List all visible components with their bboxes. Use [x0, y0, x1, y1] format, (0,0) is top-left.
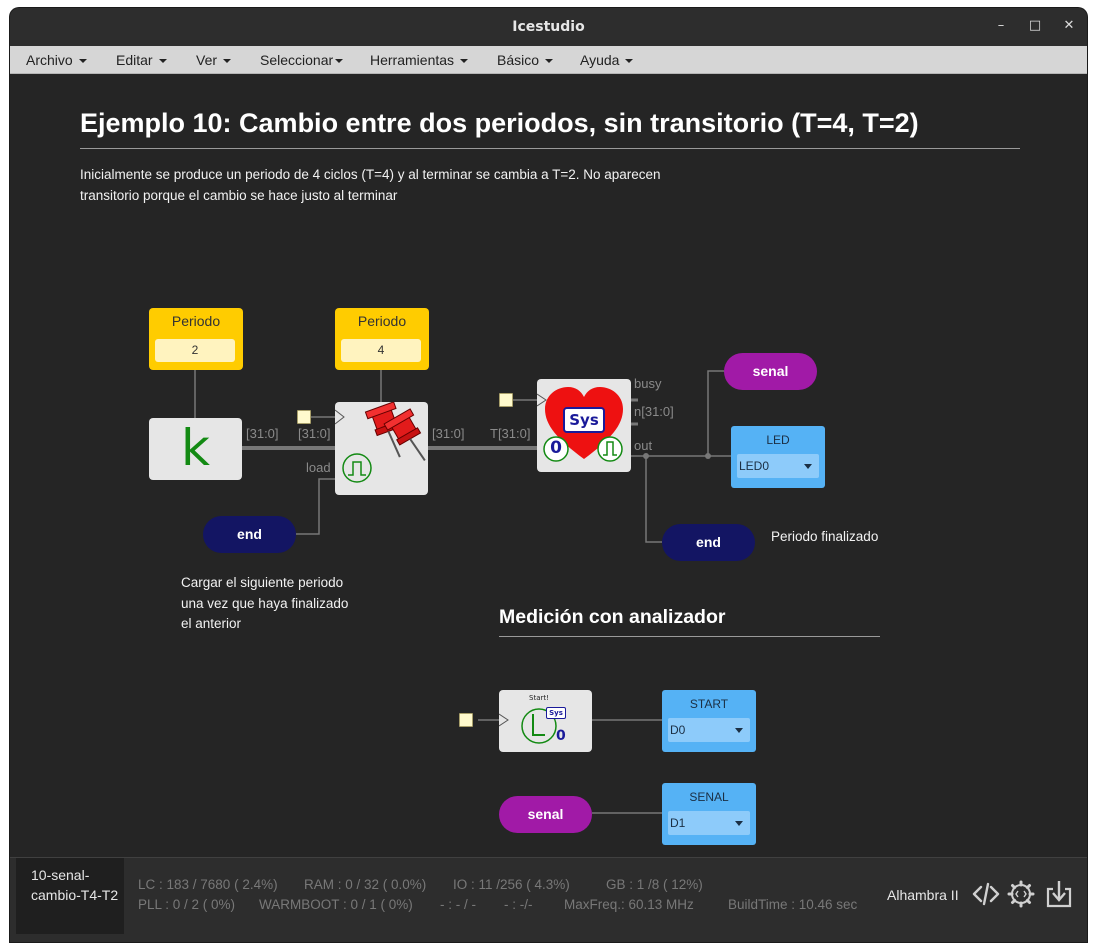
start-title: Start!: [529, 694, 549, 702]
constant-periodo-2[interactable]: Periodo 2: [149, 308, 243, 370]
title-bar: Icestudio – □ ✕: [10, 8, 1087, 46]
clock-input[interactable]: [297, 410, 311, 424]
menu-ayuda[interactable]: Ayuda: [580, 52, 634, 68]
upload-to-board-icon[interactable]: [1045, 880, 1073, 908]
timer-block[interactable]: Sys 0: [536, 379, 631, 472]
counter-zero: 0: [556, 728, 566, 744]
chevron-down-icon: [460, 59, 469, 64]
app-window: Icestudio – □ ✕ Archivo Editar Ver Selec…: [10, 8, 1087, 942]
port-label: load: [306, 460, 331, 475]
chevron-down-icon: [804, 464, 812, 469]
menu-editar[interactable]: Editar: [116, 52, 167, 68]
pin-label: SENAL: [689, 790, 729, 804]
k-symbol: k: [181, 419, 210, 477]
menu-archivo[interactable]: Archivo: [26, 52, 87, 68]
board-name[interactable]: Alhambra II: [887, 887, 959, 903]
label-senal[interactable]: senal: [499, 796, 592, 833]
stat-buildtime: BuildTime : 10.46 sec: [728, 897, 858, 912]
chevron-down-icon: [335, 59, 344, 64]
chevron-down-icon: [545, 59, 554, 64]
port-label: [31:0]: [298, 426, 331, 441]
constant-value-field[interactable]: 2: [155, 339, 235, 362]
counter-zero: 0: [550, 438, 562, 458]
menu-herramientas[interactable]: Herramientas: [370, 52, 469, 68]
pin-select[interactable]: D0: [668, 718, 750, 742]
port-label: n[31:0]: [634, 404, 674, 419]
output-pin-senal[interactable]: SENAL D1: [662, 783, 756, 845]
constant-periodo-4[interactable]: Periodo 4: [335, 308, 429, 370]
label-senal[interactable]: senal: [724, 353, 817, 390]
clock-input[interactable]: [499, 393, 513, 407]
clock-input[interactable]: [459, 713, 473, 727]
port-label: [31:0]: [432, 426, 465, 441]
port-label: [31:0]: [246, 426, 279, 441]
pin-select[interactable]: D1: [668, 811, 750, 835]
k-constant-block[interactable]: k: [149, 418, 242, 480]
stat-pll: PLL : 0 / 2 ( 0%): [138, 897, 236, 912]
stat-ram: RAM : 0 / 32 ( 0.0%): [304, 877, 427, 892]
gear-code-icon[interactable]: [1007, 880, 1035, 908]
start-block[interactable]: Start! Sys 0: [498, 690, 592, 752]
minimize-icon[interactable]: –: [993, 18, 1009, 34]
constant-label: Periodo: [357, 313, 407, 329]
constant-label: Periodo: [171, 313, 221, 329]
pin-select[interactable]: LED0: [737, 454, 819, 478]
stat-warmboot: WARMBOOT : 0 / 1 ( 0%): [259, 897, 413, 912]
register-block[interactable]: [334, 401, 428, 495]
pushpin-icon: [334, 401, 426, 483]
window-title: Icestudio: [512, 19, 585, 35]
chevron-down-icon: [223, 59, 232, 64]
section-divider: [499, 636, 880, 637]
chevron-down-icon: [625, 59, 634, 64]
design-canvas[interactable]: Ejemplo 10: Cambio entre dos periodos, s…: [10, 74, 1087, 857]
label-end[interactable]: end: [662, 524, 755, 561]
port-label: busy: [634, 376, 662, 391]
port-label: T[31:0]: [490, 426, 531, 441]
chevron-down-icon: [735, 821, 743, 826]
chevron-down-icon: [735, 728, 743, 733]
pin-label: START: [689, 697, 729, 711]
stat-gb: GB : 1 /8 ( 12%): [606, 877, 703, 892]
menu-bar: Archivo Editar Ver Seleccionar Herramien…: [10, 46, 1087, 74]
chevron-down-icon: [158, 59, 167, 64]
file-tab[interactable]: 10-senal-cambio-T4-T2: [16, 858, 124, 934]
close-icon[interactable]: ✕: [1061, 18, 1077, 34]
constant-value-field[interactable]: 4: [341, 339, 421, 362]
output-pin-led[interactable]: LED LED0: [731, 426, 825, 488]
chevron-down-icon: [78, 59, 87, 64]
menu-basico[interactable]: Básico: [497, 52, 554, 68]
stat-io: IO : 11 /256 ( 4.3%): [453, 877, 570, 892]
menu-seleccionar[interactable]: Seleccionar: [260, 52, 344, 68]
comment-end: Periodo finalizado: [771, 529, 879, 544]
stat-lc: LC : 183 / 7680 ( 2.4%): [138, 877, 278, 892]
status-footer: 10-senal-cambio-T4-T2 LC : 183 / 7680 ( …: [10, 857, 1087, 942]
comment-load: Cargar el siguiente periodo una vez que …: [181, 575, 349, 631]
section-title: Medición con analizador: [499, 606, 726, 628]
port-label: out: [634, 438, 653, 453]
stat-maxfreq: MaxFreq.: 60.13 MHz: [564, 897, 694, 912]
sys-badge: Sys: [546, 707, 566, 719]
output-pin-start[interactable]: START D0: [662, 690, 756, 752]
maximize-icon[interactable]: □: [1027, 18, 1043, 34]
stat-empty: - : - / -: [440, 897, 476, 912]
sys-badge: Sys: [563, 407, 605, 433]
label-end[interactable]: end: [203, 516, 296, 553]
menu-ver[interactable]: Ver: [196, 52, 232, 68]
code-icon[interactable]: [972, 880, 1000, 908]
stat-empty: - : -/-: [504, 897, 533, 912]
pin-label: LED: [766, 433, 790, 447]
